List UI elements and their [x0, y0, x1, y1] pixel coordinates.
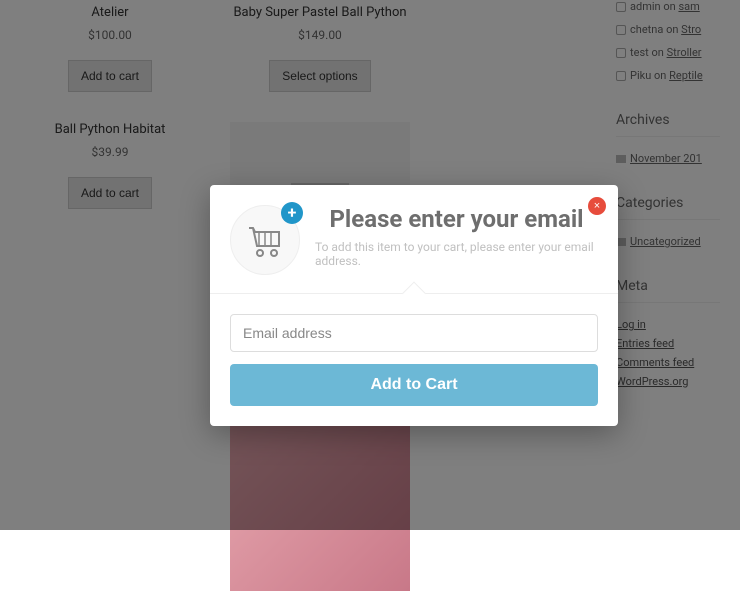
email-modal: × + Please enter your email To add this … — [210, 185, 618, 426]
modal-body: Add to Cart — [210, 294, 618, 426]
close-button[interactable]: × — [588, 197, 606, 215]
cart-icon-wrap: + — [230, 205, 300, 275]
modal-divider — [210, 293, 618, 294]
email-input[interactable] — [230, 314, 598, 352]
modal-text: Please enter your email To add this item… — [315, 205, 598, 275]
plus-icon: + — [281, 202, 303, 224]
modal-subtitle: To add this item to your cart, please en… — [315, 240, 598, 268]
modal-header: + Please enter your email To add this it… — [210, 185, 618, 285]
add-to-cart-button[interactable]: Add to Cart — [230, 364, 598, 406]
cart-icon — [245, 220, 285, 260]
modal-title: Please enter your email — [315, 205, 598, 234]
